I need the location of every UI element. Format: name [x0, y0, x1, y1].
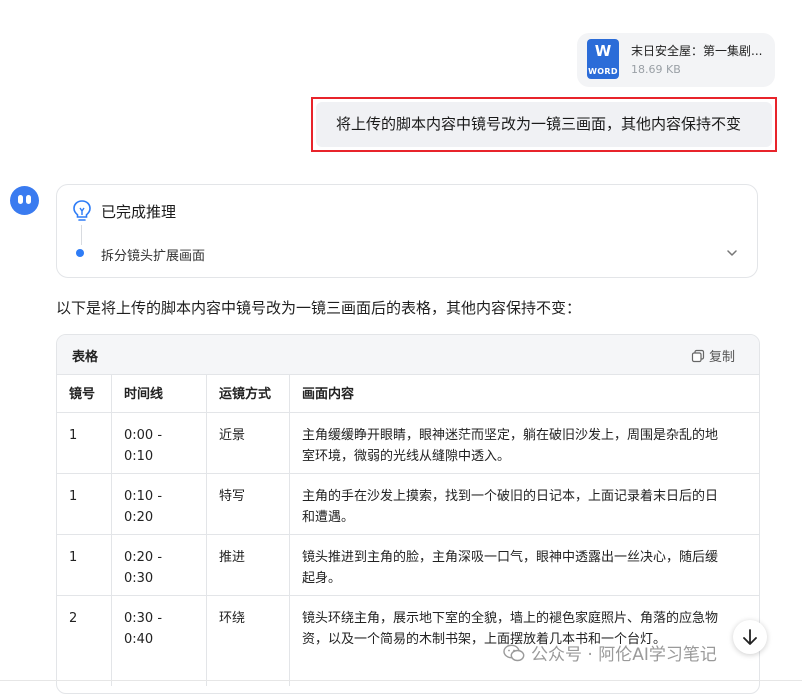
header-shot-number: 镜号	[57, 374, 112, 412]
avatar-eye-right	[26, 195, 31, 204]
scroll-to-bottom-button[interactable]	[733, 620, 767, 654]
copy-icon	[691, 349, 705, 362]
cell-camera-move: 推进	[207, 535, 290, 595]
reasoning-step-dot	[76, 249, 84, 257]
cell-timeline: 0:10 - 0:20	[112, 474, 207, 534]
cell-timeline: 0:00 - 0:10	[112, 413, 207, 473]
cell-shot-number: 1	[57, 474, 112, 534]
cell-scene-content: 主角的手在沙发上摸索，找到一个破旧的日记本，上面记录着末日后的日 和遭遇。	[290, 474, 759, 534]
reasoning-status-title: 已完成推理	[101, 203, 177, 221]
cell-camera-move: 环绕	[207, 596, 290, 686]
table-header-row: 镜号 时间线 运镜方式 画面内容	[57, 374, 759, 413]
header-timeline: 时间线	[112, 374, 207, 412]
cell-timeline: 0:30 - 0:40	[112, 596, 207, 686]
attachment-card[interactable]: W WORD 末日安全屋：第一集剧... 18.69 KB	[577, 33, 775, 87]
cell-scene-line: 室环境，微弱的光线从缝隙中透入。	[302, 449, 511, 464]
table-row: 1 0:20 - 0:30 推进 镜头推进到主角的脸，主角深吸一口气，眼神中透露…	[57, 535, 759, 596]
reasoning-panel[interactable]: 已完成推理 拆分镜头扩展画面	[56, 184, 758, 278]
attachment-file-size: 18.69 KB	[631, 63, 681, 76]
header-scene-content: 画面内容	[302, 387, 355, 402]
response-intro-text: 以下是将上传的脚本内容中镜号改为一镜三画面后的表格，其他内容保持不变：	[56, 299, 582, 317]
cell-shot-number: 1	[57, 535, 112, 595]
word-icon-letter: W	[594, 42, 612, 60]
reasoning-step-label: 拆分镜头扩展画面	[101, 249, 206, 264]
cell-timeline: 0:20 - 0:30	[112, 535, 207, 595]
cell-scene-line: 主角的手在沙发上摸索，找到一个破旧的日记本，上面记录着末日后的日	[302, 489, 719, 504]
word-icon-label: WORD	[588, 67, 618, 76]
user-message-highlight: 将上传的脚本内容中镜号改为一镜三画面，其他内容保持不变	[311, 97, 777, 152]
copy-button[interactable]: 复制	[691, 346, 735, 365]
cell-camera-move: 近景	[207, 413, 290, 473]
lightbulb-icon	[72, 199, 92, 227]
table-row: 1 0:00 - 0:10 近景 主角缓缓睁开眼睛，眼神迷茫而坚定，躺在破旧沙发…	[57, 413, 759, 474]
cell-scene-line: 镜头环绕主角，展示地下室的全貌，墙上的褪色家庭照片、角落的应急物	[302, 611, 719, 626]
cell-scene-line: 主角缓缓睁开眼睛，眼神迷茫而坚定，躺在破旧沙发上，周围是杂乱的地	[302, 428, 719, 443]
watermark-text: 公众号 · 阿伦AI学习笔记	[531, 645, 717, 665]
bottom-divider	[0, 680, 802, 681]
cell-scene-content: 镜头推进到主角的脸，主角深吸一口气，眼神中透露出一丝决心，随后缓 起身。	[290, 535, 759, 595]
cell-camera-move: 特写	[207, 474, 290, 534]
cell-shot-number: 2	[57, 596, 112, 686]
table-card-header: 表格 复制	[57, 335, 759, 375]
user-message-text: 将上传的脚本内容中镜号改为一镜三画面，其他内容保持不变	[336, 115, 742, 133]
reasoning-timeline-line	[81, 225, 82, 245]
attachment-file-name: 末日安全屋：第一集剧...	[631, 44, 763, 58]
watermark: 公众号 · 阿伦AI学习笔记	[503, 640, 717, 665]
table-row: 1 0:10 - 0:20 特写 主角的手在沙发上摸索，找到一个破旧的日记本，上…	[57, 474, 759, 535]
cell-scene-line: 镜头推进到主角的脸，主角深吸一口气，眼神中透露出一丝决心，随后缓	[302, 550, 719, 565]
wechat-icon	[503, 644, 525, 661]
cell-scene-line: 和遭遇。	[302, 510, 355, 525]
copy-button-label: 复制	[708, 350, 735, 365]
cell-scene-line: 起身。	[302, 571, 342, 586]
word-file-icon: W WORD	[587, 39, 619, 79]
table-title: 表格	[72, 350, 99, 365]
avatar-eye-left	[18, 195, 23, 204]
header-camera-move: 运镜方式	[207, 374, 290, 412]
cell-shot-number: 1	[57, 413, 112, 473]
chevron-down-icon[interactable]	[725, 245, 739, 264]
cell-scene-content: 主角缓缓睁开眼睛，眼神迷茫而坚定，躺在破旧沙发上，周围是杂乱的地 室环境，微弱的…	[290, 413, 759, 473]
user-message-bubble: 将上传的脚本内容中镜号改为一镜三画面，其他内容保持不变	[316, 102, 772, 147]
assistant-avatar	[10, 186, 39, 215]
arrow-down-icon	[743, 629, 757, 645]
